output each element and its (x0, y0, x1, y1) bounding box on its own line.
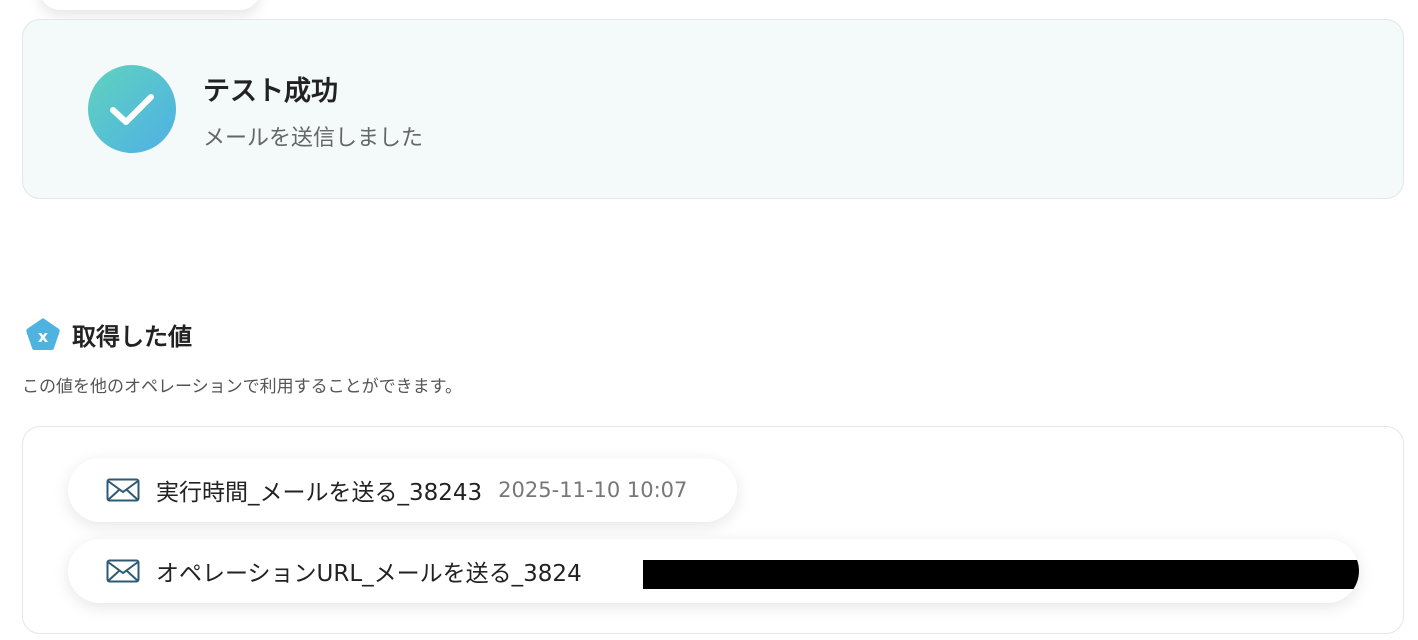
previous-card-edge (40, 0, 260, 10)
values-section-title: 取得した値 (72, 322, 192, 351)
values-card: 実行時間_メールを送る_38243 2025-11-10 10:07 オペレーシ… (22, 426, 1404, 634)
value-item-label: オペレーションURL_メールを送る_3824 (156, 561, 582, 587)
value-item-label: 実行時間_メールを送る_38243 (156, 480, 483, 506)
value-item-execution-time[interactable]: 実行時間_メールを送る_38243 2025-11-10 10:07 (68, 458, 737, 522)
redacted-value (643, 560, 1359, 589)
mail-icon (106, 559, 140, 583)
test-result-card: テスト成功 メールを送信しました (22, 19, 1404, 199)
value-item-value: 2025-11-10 10:07 (498, 478, 688, 502)
result-title: テスト成功 (203, 76, 338, 107)
value-item-operation-url[interactable]: オペレーションURL_メールを送る_3824 (68, 539, 1359, 603)
values-section-header: x 取得した値 (24, 316, 192, 352)
svg-text:x: x (38, 327, 49, 346)
x-pentagon-icon: x (26, 318, 60, 350)
values-section-description: この値を他のオペレーションで利用することができます。 (22, 377, 462, 397)
mail-icon (106, 478, 140, 502)
check-circle-icon (88, 65, 176, 153)
result-subtitle: メールを送信しました (203, 126, 424, 151)
